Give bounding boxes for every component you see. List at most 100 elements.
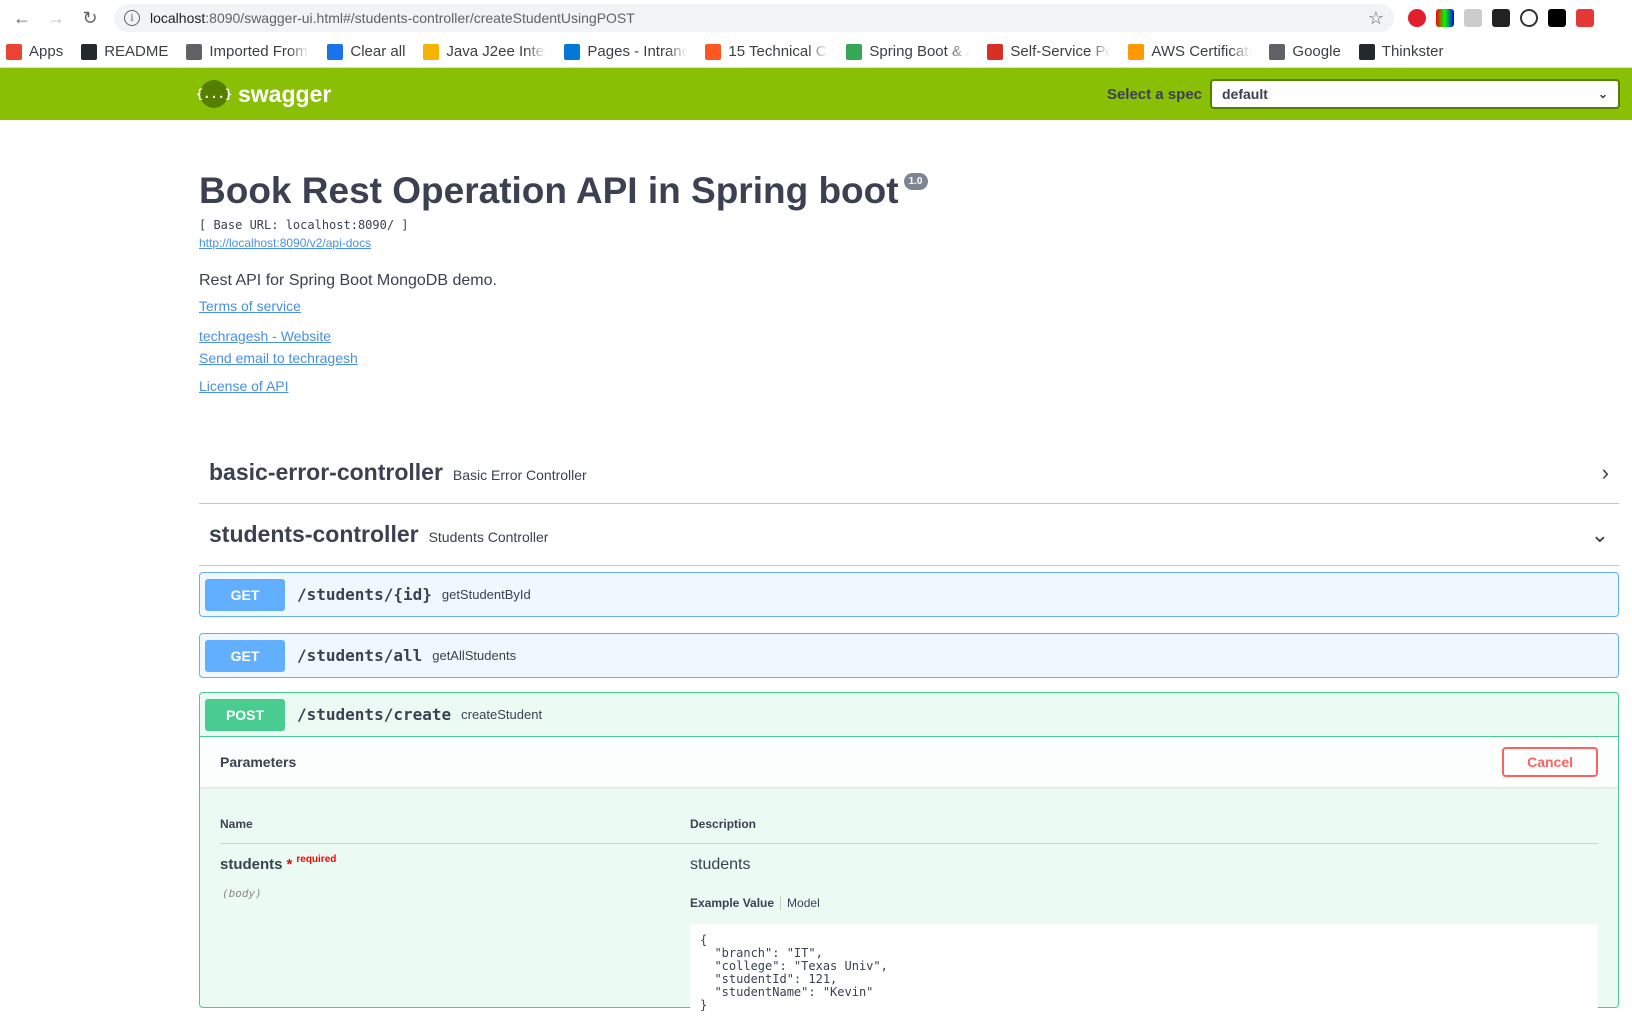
bookmark-item[interactable]: README: [81, 43, 168, 60]
license-link[interactable]: License of API: [199, 378, 1620, 394]
bookmark-label: README: [104, 43, 169, 60]
bookmarks-bar: Apps README Imported From I Clear all Java J…: [0, 36, 1632, 68]
swagger-logo-icon: {...}: [196, 80, 232, 108]
operation-path: /students/create: [297, 705, 452, 724]
bookmark-item[interactable]: Spring Boot & A: [846, 43, 969, 60]
terms-link[interactable]: Terms of service: [199, 298, 1620, 314]
parameter-name-cell: students * required (body): [220, 854, 690, 1014]
bookmark-item[interactable]: Thinkster: [1358, 43, 1444, 60]
operation-path: /students/all: [297, 646, 423, 665]
bookmark-label: Spring Boot & A: [869, 43, 970, 60]
bookmark-label: Thinkster: [1381, 43, 1444, 60]
bookmark-label: AWS Certificatio: [1151, 43, 1252, 60]
operation-create-student: POST /students/create createStudent Para…: [199, 692, 1619, 1014]
chevron-down-icon: ⌄: [1597, 87, 1608, 101]
parameters-columns: Name Description: [220, 817, 1598, 844]
chevron-right-icon[interactable]: ›: [1602, 460, 1609, 486]
tab-example-value[interactable]: Example Value: [690, 896, 782, 910]
bookmark-favicon-icon: [705, 43, 722, 60]
bookmark-favicon-icon: [423, 43, 440, 60]
code-line: "studentName": "Kevin": [700, 985, 874, 999]
url-text[interactable]: localhost:8090/swagger-ui.html#/students…: [150, 10, 1368, 26]
bookmark-label: Clear all: [350, 43, 406, 60]
bookmark-label: Self-Service Port: [1010, 43, 1110, 60]
chat-extension-icon[interactable]: [1464, 9, 1482, 27]
forward-icon[interactable]: →: [42, 4, 70, 32]
sync-extension-icon[interactable]: [1520, 9, 1538, 27]
parameter-in: (body): [222, 887, 262, 900]
swagger-logo-text: swagger: [238, 80, 332, 107]
bookmark-label: Apps: [29, 43, 64, 60]
bookmark-item[interactable]: Apps: [6, 43, 63, 60]
parameters-header: Parameters Cancel: [200, 737, 1618, 787]
browser-toolbar: ← → ↻ i localhost:8090/swagger-ui.html#/…: [0, 0, 1632, 36]
operation-summary: getStudentById: [441, 587, 531, 602]
bookmark-item[interactable]: Imported From I: [186, 43, 309, 60]
colorzilla-icon[interactable]: [1436, 9, 1454, 27]
bookmark-label: Google: [1292, 43, 1341, 60]
bookmark-label: Imported From I: [209, 43, 310, 60]
bookmark-favicon-icon: [1269, 43, 1286, 60]
bookmark-item[interactable]: Self-Service Port: [987, 43, 1110, 60]
website-link[interactable]: techragesh - Website: [199, 328, 1620, 344]
bookmark-label: Pages - Intranet: [587, 43, 688, 60]
operation-header[interactable]: POST /students/create createStudent: [200, 693, 1618, 737]
opera-icon[interactable]: [1408, 9, 1426, 27]
bookmark-item[interactable]: AWS Certificatio: [1128, 43, 1251, 60]
bookmark-item[interactable]: 15 Technical Cor: [705, 43, 828, 60]
parameter-row: students * required (body) students Exam…: [220, 854, 1598, 1014]
url-path: :8090/swagger-ui.html#/students-controll…: [205, 10, 635, 26]
bookmark-item[interactable]: Google: [1269, 43, 1341, 60]
operation-get-student-by-id[interactable]: GET /students/{id} getStudentById: [199, 572, 1619, 617]
api-docs-link[interactable]: http://localhost:8090/v2/api-docs: [199, 236, 1620, 250]
spec-select[interactable]: default ⌄: [1210, 79, 1620, 109]
example-value-code[interactable]: { "branch": "IT", "college": "Texas Univ…: [690, 924, 1598, 1014]
tab-model[interactable]: Model: [781, 896, 820, 910]
api-description: Rest API for Spring Boot MongoDB demo.: [199, 272, 497, 289]
method-badge: GET: [205, 578, 285, 611]
spec-value: default: [1222, 86, 1268, 102]
address-bar[interactable]: i localhost:8090/swagger-ui.html#/studen…: [114, 4, 1394, 32]
tag-students-controller[interactable]: students-controller Students Controller …: [199, 504, 1619, 566]
parameters-body: Name Description students * required (bo…: [200, 787, 1618, 1014]
jetbrains-icon[interactable]: [1548, 9, 1566, 27]
column-description: Description: [690, 817, 757, 831]
bookmark-favicon-icon: [327, 43, 344, 60]
spec-label: Select a spec: [1106, 85, 1202, 103]
bookmark-item[interactable]: Pages - Intranet: [564, 43, 687, 60]
react-devtools-icon[interactable]: [1492, 9, 1510, 27]
info-icon[interactable]: i: [124, 10, 140, 26]
reload-icon[interactable]: ↻: [76, 4, 104, 32]
bookmark-favicon-icon: [186, 43, 203, 60]
version-badge: 1.0: [903, 173, 928, 190]
tag-basic-error-controller[interactable]: basic-error-controller Basic Error Contr…: [199, 442, 1619, 504]
tag-name: basic-error-controller: [209, 459, 443, 485]
method-badge: GET: [205, 639, 285, 672]
model-tabs: Example Value Model: [690, 896, 1598, 910]
parameter-description-cell: students Example Value Model { "branch":…: [690, 856, 1598, 1014]
chevron-down-icon[interactable]: ⌄: [1591, 522, 1609, 548]
swagger-topbar: {...} swagger Select a spec default ⌄: [0, 68, 1632, 120]
bookmark-label: 15 Technical Cor: [728, 43, 828, 60]
email-link[interactable]: Send email to techragesh: [199, 350, 1620, 366]
parameters-title: Parameters: [220, 754, 297, 770]
bookmark-star-icon[interactable]: ☆: [1368, 8, 1384, 29]
bookmark-item[interactable]: Java J2ee Interv: [423, 43, 546, 60]
required-star: *: [286, 856, 293, 873]
swagger-logo[interactable]: {...} swagger: [196, 80, 332, 108]
api-title-row: Book Rest Operation API in Spring boot 1…: [199, 170, 1620, 212]
spec-selector: Select a spec default ⌄: [1107, 79, 1620, 109]
bookmark-item[interactable]: Clear all: [327, 43, 405, 60]
extensions: [1408, 9, 1594, 27]
red-extension-icon[interactable]: [1576, 9, 1594, 27]
cancel-button[interactable]: Cancel: [1502, 747, 1598, 777]
url-host: localhost: [150, 10, 206, 26]
back-icon[interactable]: ←: [8, 4, 36, 32]
info-links: Terms of service techragesh - Website Se…: [199, 298, 1620, 394]
operation-get-all-students[interactable]: GET /students/all getAllStudents: [199, 633, 1619, 678]
base-url: [ Base URL: localhost:8090/ ]: [199, 218, 409, 232]
parameter-name: students * required: [220, 854, 690, 873]
column-name: Name: [220, 817, 253, 831]
bookmark-favicon-icon: [81, 43, 98, 60]
bookmark-favicon-icon: [987, 43, 1004, 60]
